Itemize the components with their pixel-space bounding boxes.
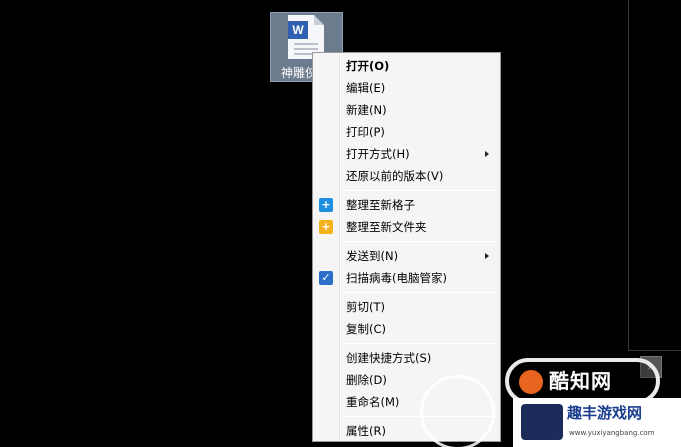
watermark-badge-text: 酷知网 xyxy=(549,369,612,393)
menu-item-label: 打开方式(H) xyxy=(346,147,410,161)
watermark-circle xyxy=(420,375,495,447)
watermark-site-url: www.yuxiyangbang.com xyxy=(569,429,655,437)
menu-item-label: 剪切(T) xyxy=(346,300,385,314)
menu-separator xyxy=(343,241,496,242)
watermark-site-logo-icon xyxy=(521,404,563,440)
watermark-logo-icon xyxy=(519,370,543,394)
menu-item[interactable]: + 整理至新文件夹 xyxy=(315,216,498,238)
menu-item[interactable]: 发送到(N) xyxy=(315,245,498,267)
menu-item-label: 打开(O) xyxy=(346,59,390,73)
menu-item-label: 打印(P) xyxy=(346,125,385,139)
menu-item[interactable]: 创建快捷方式(S) xyxy=(315,347,498,369)
menu-item[interactable]: 打印(P) xyxy=(315,121,498,143)
menu-item-label: 整理至新格子 xyxy=(346,198,415,212)
menu-item-label: 删除(D) xyxy=(346,373,387,387)
menu-item-label: 属性(R) xyxy=(346,424,386,438)
menu-item[interactable]: + 整理至新格子 xyxy=(315,194,498,216)
menu-separator xyxy=(343,190,496,191)
plus-folder-icon: + xyxy=(319,220,333,234)
shield-icon: ✓ xyxy=(319,271,333,285)
submenu-arrow-icon xyxy=(485,151,489,157)
watermark-site-panel: 趣丰游戏网 www.yuxiyangbang.com xyxy=(513,398,681,447)
menu-item[interactable]: 编辑(E) xyxy=(315,77,498,99)
menu-item[interactable]: 打开方式(H) xyxy=(315,143,498,165)
menu-item-label: 还原以前的版本(V) xyxy=(346,169,444,183)
menu-item[interactable]: 剪切(T) xyxy=(315,296,498,318)
desktop-edge-line xyxy=(628,0,629,350)
desktop-edge-line xyxy=(628,350,681,351)
menu-item-label: 发送到(N) xyxy=(346,249,399,263)
watermark-site-title: 趣丰游戏网 xyxy=(567,404,643,422)
menu-item-label: 复制(C) xyxy=(346,322,387,336)
menu-item-label: 创建快捷方式(S) xyxy=(346,351,432,365)
submenu-arrow-icon xyxy=(485,253,489,259)
menu-item-label: 重命名(M) xyxy=(346,395,400,409)
menu-item-label: 整理至新文件夹 xyxy=(346,220,427,234)
menu-item[interactable]: 还原以前的版本(V) xyxy=(315,165,498,187)
menu-item[interactable]: 新建(N) xyxy=(315,99,498,121)
menu-item-label: 扫描病毒(电脑管家) xyxy=(346,271,447,285)
menu-item[interactable]: 复制(C) xyxy=(315,318,498,340)
plus-blue-icon: + xyxy=(319,198,333,212)
word-badge: W xyxy=(288,21,308,39)
menu-item-label: 新建(N) xyxy=(346,103,387,117)
menu-separator xyxy=(343,343,496,344)
page-fold xyxy=(314,15,324,25)
menu-separator xyxy=(343,292,496,293)
menu-item[interactable]: ✓ 扫描病毒(电脑管家) xyxy=(315,267,498,289)
menu-item[interactable]: 打开(O) xyxy=(315,55,498,77)
menu-item-label: 编辑(E) xyxy=(346,81,386,95)
